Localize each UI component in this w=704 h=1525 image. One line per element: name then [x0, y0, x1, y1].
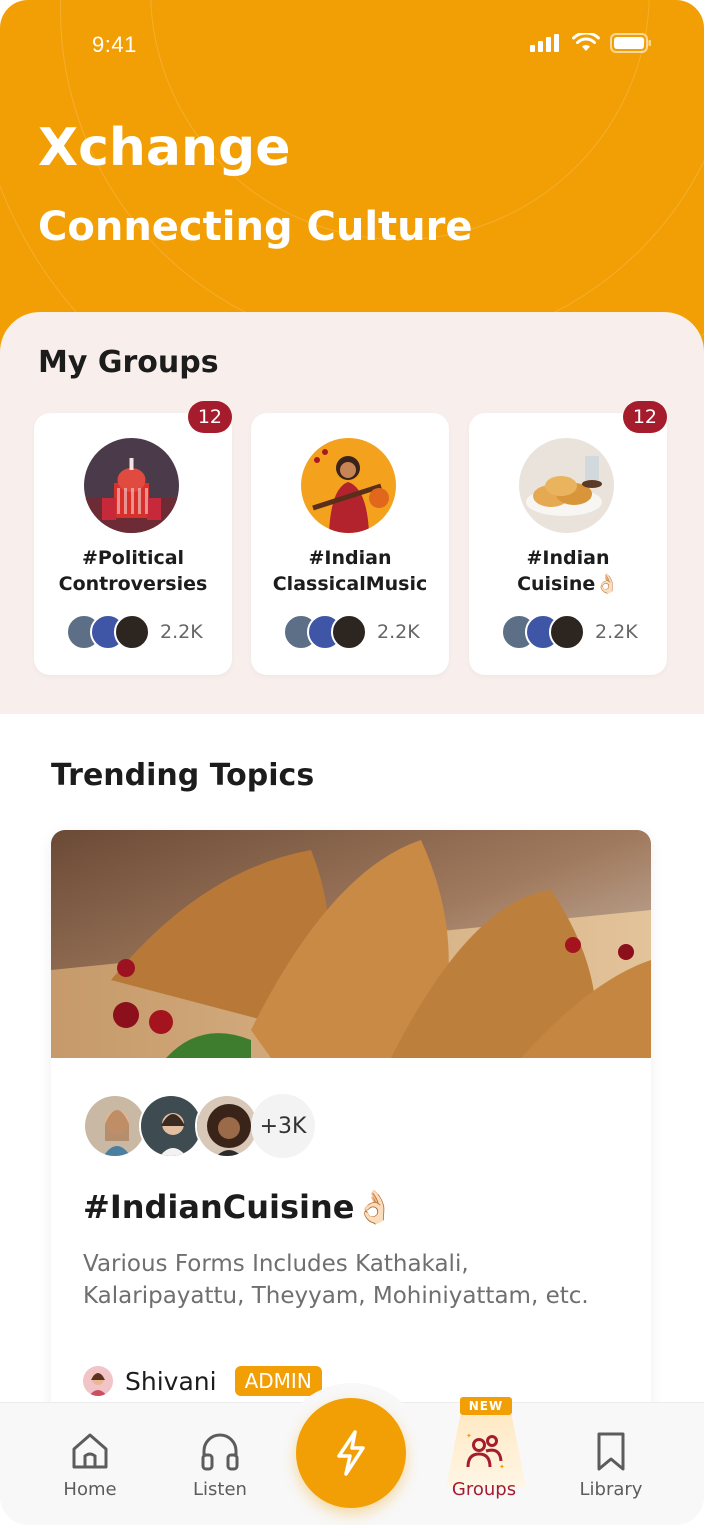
group-name-line2: ClassicalMusic [272, 573, 428, 595]
group-name-line2: Cuisine👌🏻 [517, 573, 619, 595]
member-row: 2.2K [283, 613, 420, 651]
my-groups-section: My Groups 12 #Political Controversies 2.… [0, 312, 704, 714]
member-count: 2.2K [595, 621, 638, 643]
group-avatar-food [519, 438, 614, 533]
participant-avatar [195, 1094, 259, 1158]
member-count: 2.2K [160, 621, 203, 643]
group-avatar-capitol [84, 438, 179, 533]
member-row: 2.2K [66, 613, 203, 651]
trending-heading: Trending Topics [51, 758, 315, 793]
app-title: Xchange [38, 118, 291, 178]
author-name[interactable]: Shivani [125, 1367, 217, 1396]
trending-topic-card[interactable]: +3K #IndianCuisine👌🏻 Various Forms Inclu… [51, 830, 651, 1450]
trend-title: #IndianCuisine👌🏻 [83, 1188, 395, 1226]
member-avatar [549, 614, 585, 650]
my-groups-heading: My Groups [38, 345, 219, 380]
new-tag: NEW [460, 1397, 512, 1415]
nav-home-label: Home [63, 1479, 117, 1500]
member-avatar [331, 614, 367, 650]
participant-avatar [83, 1094, 147, 1158]
groups-icon: ✦ ✦ [466, 1432, 505, 1471]
nav-listen[interactable]: Listen [170, 1429, 270, 1500]
group-name: #Indian ClassicalMusic [251, 545, 449, 597]
participant-avatars: +3K [83, 1094, 315, 1158]
group-card-political[interactable]: 12 #Political Controversies 2.2K [34, 401, 232, 675]
nav-home[interactable]: Home [40, 1429, 140, 1500]
participant-avatar [139, 1094, 203, 1158]
unread-badge: 12 [622, 401, 667, 433]
svg-text:✦: ✦ [466, 1432, 472, 1440]
lightning-fab-button[interactable] [296, 1398, 406, 1508]
nav-groups-label: Groups [451, 1479, 517, 1500]
group-name-line2: Controversies [58, 573, 208, 595]
wifi-icon [572, 33, 600, 51]
bottom-nav: Home Listen NEW ✦ ✦ Groups Library [0, 1383, 704, 1525]
group-name-line1: #Indian [308, 547, 392, 569]
status-icons [530, 33, 652, 53]
nav-library-label: Library [579, 1479, 643, 1500]
app-subtitle: Connecting Culture [38, 204, 473, 250]
group-name: #Political Controversies [34, 545, 232, 597]
group-card-cuisine[interactable]: 12 #Indian Cuisine👌🏻 2.2K [469, 401, 667, 675]
headphones-icon [201, 1433, 239, 1471]
group-name-line1: #Political [81, 547, 185, 569]
lightning-icon [337, 1430, 365, 1476]
member-avatar [114, 614, 150, 650]
home-icon [72, 1433, 108, 1469]
group-name: #Indian Cuisine👌🏻 [469, 545, 667, 597]
trend-cover-image [51, 830, 651, 1058]
status-time: 9:41 [92, 32, 137, 57]
app-screen: 9:41 Xchange Connecting Culture My Group… [0, 0, 704, 1525]
unread-badge: 12 [187, 401, 232, 433]
member-count: 2.2K [377, 621, 420, 643]
admin-badge: ADMIN [234, 1366, 322, 1396]
more-participants: +3K [251, 1094, 315, 1158]
bookmark-icon [597, 1432, 625, 1471]
group-name-line1: #Indian [526, 547, 610, 569]
nav-library[interactable]: Library [561, 1429, 661, 1500]
nav-groups[interactable]: ✦ ✦ Groups [434, 1429, 534, 1500]
battery-icon [610, 33, 651, 53]
header: 9:41 Xchange Connecting Culture [0, 0, 704, 360]
group-card-classical-music[interactable]: #Indian ClassicalMusic 2.2K [251, 413, 449, 675]
svg-text:✦: ✦ [499, 1463, 505, 1471]
member-row: 2.2K [501, 613, 638, 651]
nav-listen-label: Listen [193, 1479, 247, 1500]
signal-icon [530, 34, 559, 52]
group-avatar-musician [301, 438, 396, 533]
trend-description: Various Forms Includes Kathakali, Kalari… [83, 1251, 589, 1309]
author-avatar [83, 1366, 113, 1396]
author-row: Shivani ADMIN [83, 1366, 322, 1396]
